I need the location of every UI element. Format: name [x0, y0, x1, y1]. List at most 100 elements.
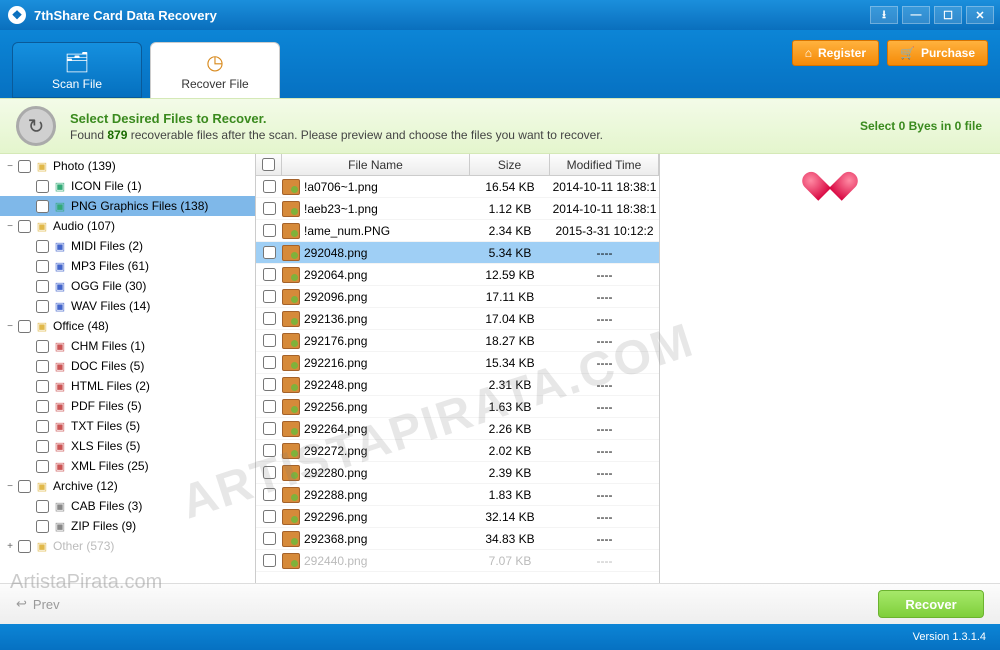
tree-row[interactable]: ▣PNG Graphics Files (138): [0, 196, 255, 216]
file-checkbox[interactable]: [263, 180, 276, 193]
file-size: 17.11 KB: [470, 290, 550, 304]
file-checkbox[interactable]: [263, 466, 276, 479]
file-checkbox[interactable]: [263, 400, 276, 413]
tree-row[interactable]: +▣Other (573): [0, 536, 255, 556]
col-file-name[interactable]: File Name: [282, 154, 470, 175]
tree-checkbox[interactable]: [36, 260, 49, 273]
file-row[interactable]: !aeb23~1.png1.12 KB2014-10-11 18:38:1: [256, 198, 659, 220]
tree-row[interactable]: ▣OGG File (30): [0, 276, 255, 296]
file-checkbox[interactable]: [263, 312, 276, 325]
tree-checkbox[interactable]: [36, 500, 49, 513]
file-row[interactable]: 292264.png2.26 KB----: [256, 418, 659, 440]
tab-scan-file[interactable]: 🗂 Scan File: [12, 42, 142, 98]
tree-row[interactable]: ▣ZIP Files (9): [0, 516, 255, 536]
file-checkbox[interactable]: [263, 444, 276, 457]
tree-toggle-icon[interactable]: −: [4, 161, 16, 172]
tree-checkbox[interactable]: [36, 240, 49, 253]
select-all-checkbox[interactable]: [256, 154, 282, 175]
tree-row[interactable]: ▣TXT Files (5): [0, 416, 255, 436]
tree-checkbox[interactable]: [36, 360, 49, 373]
tree-row[interactable]: −▣Photo (139): [0, 156, 255, 176]
file-row[interactable]: 292136.png17.04 KB----: [256, 308, 659, 330]
tree-row[interactable]: ▣PDF Files (5): [0, 396, 255, 416]
tree-toggle-icon[interactable]: −: [4, 321, 16, 332]
purchase-button[interactable]: 🛒 Purchase: [887, 40, 988, 66]
tree-row[interactable]: ▣ICON File (1): [0, 176, 255, 196]
tree-row[interactable]: −▣Audio (107): [0, 216, 255, 236]
file-checkbox[interactable]: [263, 378, 276, 391]
tree-toggle-icon[interactable]: +: [4, 541, 16, 552]
register-button[interactable]: ⌂ Register: [792, 40, 879, 66]
tab-recover-file[interactable]: ◷ Recover File: [150, 42, 280, 98]
file-row[interactable]: !ame_num.PNG2.34 KB2015-3-31 10:12:2: [256, 220, 659, 242]
file-checkbox[interactable]: [263, 422, 276, 435]
tree-toggle-icon[interactable]: −: [4, 481, 16, 492]
tree-checkbox[interactable]: [18, 540, 31, 553]
file-row[interactable]: !a0706~1.png16.54 KB2014-10-11 18:38:1: [256, 176, 659, 198]
file-checkbox[interactable]: [263, 246, 276, 259]
tree-row[interactable]: ▣XML Files (25): [0, 456, 255, 476]
tree-checkbox[interactable]: [36, 380, 49, 393]
file-row[interactable]: 292096.png17.11 KB----: [256, 286, 659, 308]
tree-checkbox[interactable]: [36, 180, 49, 193]
minimize-button[interactable]: —: [902, 6, 930, 24]
tree-checkbox[interactable]: [18, 160, 31, 173]
purchase-label: Purchase: [921, 46, 975, 60]
tree-checkbox[interactable]: [36, 400, 49, 413]
tree-row[interactable]: ▣MIDI Files (2): [0, 236, 255, 256]
file-checkbox[interactable]: [263, 532, 276, 545]
tree-toggle-icon[interactable]: −: [4, 221, 16, 232]
tree-label: XML Files (25): [71, 459, 149, 473]
tree-row[interactable]: ▣HTML Files (2): [0, 376, 255, 396]
file-row[interactable]: 292064.png12.59 KB----: [256, 264, 659, 286]
file-row[interactable]: 292272.png2.02 KB----: [256, 440, 659, 462]
maximize-button[interactable]: ☐: [934, 6, 962, 24]
tree-checkbox[interactable]: [36, 420, 49, 433]
file-list[interactable]: !a0706~1.png16.54 KB2014-10-11 18:38:1!a…: [256, 176, 659, 583]
file-checkbox[interactable]: [263, 356, 276, 369]
file-row[interactable]: 292440.png7.07 KB----: [256, 550, 659, 572]
file-checkbox[interactable]: [263, 554, 276, 567]
tree-row[interactable]: ▣WAV Files (14): [0, 296, 255, 316]
col-size[interactable]: Size: [470, 154, 550, 175]
tree-row[interactable]: ▣XLS Files (5): [0, 436, 255, 456]
file-row[interactable]: 292368.png34.83 KB----: [256, 528, 659, 550]
file-row[interactable]: 292248.png2.31 KB----: [256, 374, 659, 396]
col-modified-time[interactable]: Modified Time: [550, 154, 659, 175]
file-checkbox[interactable]: [263, 488, 276, 501]
tree-row[interactable]: ▣CHM Files (1): [0, 336, 255, 356]
file-row[interactable]: 292256.png1.63 KB----: [256, 396, 659, 418]
file-row[interactable]: 292280.png2.39 KB----: [256, 462, 659, 484]
tree-checkbox[interactable]: [36, 280, 49, 293]
file-checkbox[interactable]: [263, 334, 276, 347]
tree-checkbox[interactable]: [18, 480, 31, 493]
file-row[interactable]: 292288.png1.83 KB----: [256, 484, 659, 506]
tree-checkbox[interactable]: [36, 340, 49, 353]
file-checkbox[interactable]: [263, 202, 276, 215]
tree-row[interactable]: −▣Office (48): [0, 316, 255, 336]
tree-row[interactable]: ▣DOC Files (5): [0, 356, 255, 376]
file-checkbox[interactable]: [263, 268, 276, 281]
tree-checkbox[interactable]: [18, 320, 31, 333]
tree-checkbox[interactable]: [36, 300, 49, 313]
tree-row[interactable]: −▣Archive (12): [0, 476, 255, 496]
file-row[interactable]: 292176.png18.27 KB----: [256, 330, 659, 352]
tree-row[interactable]: ▣MP3 Files (61): [0, 256, 255, 276]
file-row[interactable]: 292048.png5.34 KB----: [256, 242, 659, 264]
tree-checkbox[interactable]: [36, 520, 49, 533]
download-button[interactable]: ⭳: [870, 6, 898, 24]
file-checkbox[interactable]: [263, 224, 276, 237]
file-checkbox[interactable]: [263, 290, 276, 303]
recover-button[interactable]: Recover: [878, 590, 984, 618]
prev-button[interactable]: ↩ Prev: [16, 596, 60, 612]
file-row[interactable]: 292216.png15.34 KB----: [256, 352, 659, 374]
tree-checkbox[interactable]: [36, 460, 49, 473]
file-row[interactable]: 292296.png32.14 KB----: [256, 506, 659, 528]
file-checkbox[interactable]: [263, 510, 276, 523]
tree-row[interactable]: ▣CAB Files (3): [0, 496, 255, 516]
tree-checkbox[interactable]: [36, 200, 49, 213]
close-button[interactable]: ✕: [966, 6, 994, 24]
tree-checkbox[interactable]: [36, 440, 49, 453]
tree-checkbox[interactable]: [18, 220, 31, 233]
category-tree[interactable]: −▣Photo (139)▣ICON File (1)▣PNG Graphics…: [0, 154, 256, 583]
